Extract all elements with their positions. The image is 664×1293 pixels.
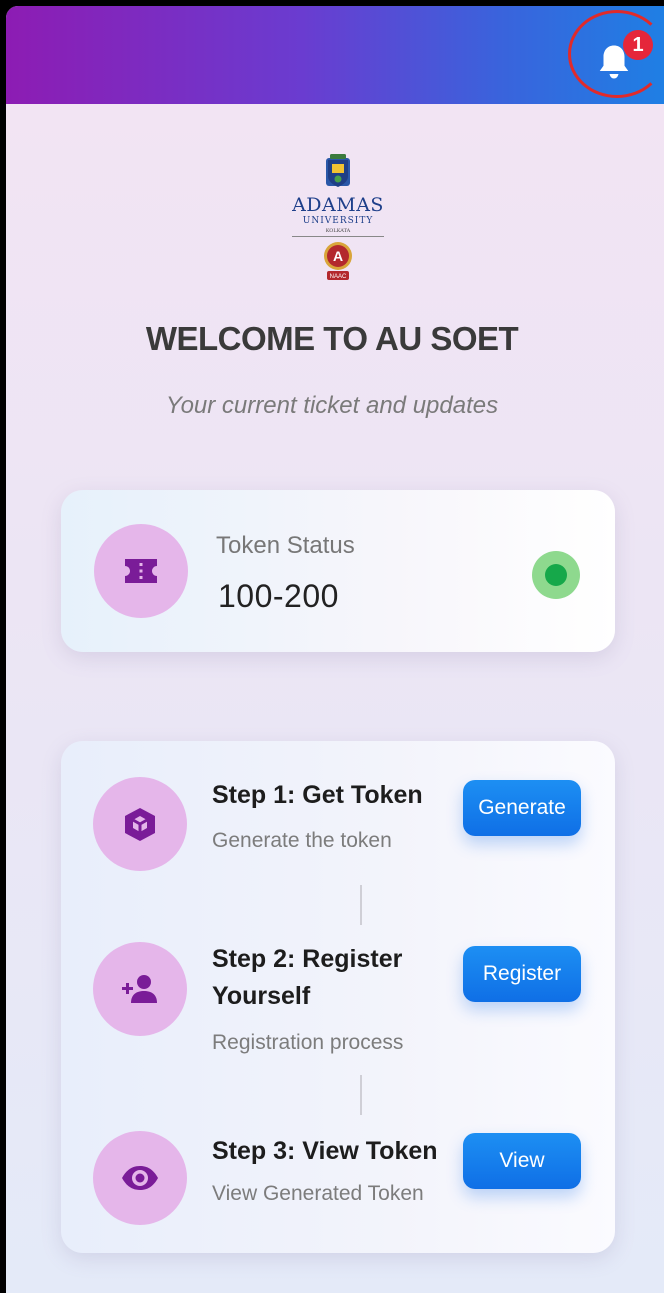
cube-icon xyxy=(125,808,155,841)
logo-divider xyxy=(292,236,384,237)
step-2-description: Registration process xyxy=(212,1031,404,1054)
view-button[interactable]: View xyxy=(463,1133,581,1189)
app-screen: 1 ADAMAS UNIVERSITY KOLKATA A NAAC WELCO… xyxy=(6,6,664,1293)
naac-text: NAAC xyxy=(330,274,347,280)
ticket-icon xyxy=(125,559,157,583)
token-status-label: Token Status xyxy=(216,532,355,559)
generate-button[interactable]: Generate xyxy=(463,780,581,836)
page-title: WELCOME TO AU SOET xyxy=(145,320,519,357)
step-3-title: Step 3: View Token xyxy=(212,1137,438,1165)
logo-city: KOLKATA xyxy=(325,228,351,234)
step-1-title: Step 1: Get Token xyxy=(212,781,423,809)
logo-subtitle: UNIVERSITY xyxy=(302,216,374,226)
add-person-icon xyxy=(122,975,157,1003)
eye-icon xyxy=(122,1166,158,1190)
step-2-title: Step 2: Register Yourself xyxy=(212,945,403,1010)
status-indicator xyxy=(532,551,580,599)
crest-icon xyxy=(326,154,350,187)
token-status-value: 100-200 xyxy=(218,578,339,614)
token-icon-circle xyxy=(94,524,188,618)
page-subtitle: Your current ticket and updates xyxy=(165,392,499,419)
token-status-card: Token Status 100-200 xyxy=(61,490,615,652)
naac-letter: A xyxy=(333,248,343,264)
step-1-icon-circle xyxy=(93,777,187,871)
step-connector xyxy=(360,885,362,925)
logo-name: ADAMAS xyxy=(292,194,384,216)
step-3-icon-circle xyxy=(93,1131,187,1225)
step-2-icon-circle xyxy=(93,942,187,1036)
university-logo: ADAMAS UNIVERSITY KOLKATA A NAAC xyxy=(286,148,390,288)
register-button[interactable]: Register xyxy=(463,946,581,1002)
top-app-bar: 1 xyxy=(6,6,664,104)
notification-badge: 1 xyxy=(623,30,653,60)
step-1-description: Generate the token xyxy=(212,829,392,852)
step-3-description: View Generated Token xyxy=(212,1182,424,1205)
naac-seal-icon: A NAAC xyxy=(324,242,352,280)
step-connector xyxy=(360,1075,362,1115)
steps-card: Step 1: Get Token Generate the token Gen… xyxy=(61,741,615,1253)
